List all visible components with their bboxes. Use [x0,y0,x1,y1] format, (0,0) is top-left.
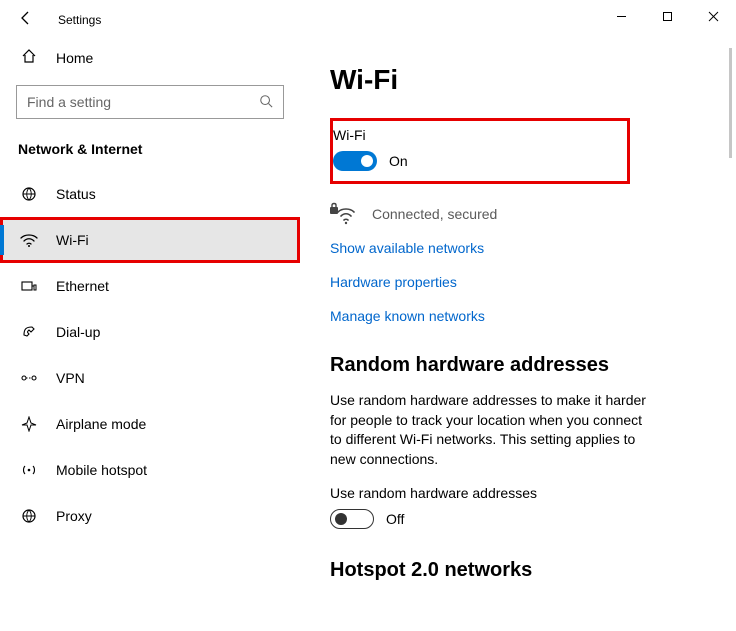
sidebar-item-status[interactable]: Status [0,171,300,217]
home-icon [20,48,38,67]
main-panel: Wi-Fi Wi-Fi On Connected, secu [300,40,736,631]
close-button[interactable] [690,0,736,32]
wifi-toggle-state: On [389,153,408,169]
random-hw-toggle-label: Use random hardware addresses [330,485,720,501]
wifi-connection-status: Connected, secured [330,202,720,226]
sidebar-item-dialup[interactable]: Dial-up [0,309,300,355]
search-icon [259,94,273,111]
wifi-toggle[interactable] [333,151,377,171]
sidebar-item-label: Wi-Fi [56,232,89,248]
sidebar-item-label: Status [56,186,96,202]
random-hw-toggle[interactable] [330,509,374,529]
sidebar-item-label: Ethernet [56,278,109,294]
window-title: Settings [58,13,101,27]
link-show-available[interactable]: Show available networks [330,240,720,256]
scrollbar[interactable] [729,48,732,158]
random-hw-description: Use random hardware addresses to make it… [330,391,650,469]
sidebar-item-wifi[interactable]: Wi-Fi [0,217,300,263]
dialup-icon [20,324,38,340]
status-icon [20,186,38,202]
page-title: Wi-Fi [330,64,720,96]
vpn-icon [20,372,38,384]
connection-status-text: Connected, secured [372,206,497,222]
sidebar-home[interactable]: Home [0,40,300,75]
sidebar-item-proxy[interactable]: Proxy [0,493,300,539]
wifi-secured-icon [330,202,358,226]
search-input[interactable]: Find a setting [16,85,284,119]
wifi-icon [20,232,38,248]
random-hw-toggle-state: Off [386,511,404,527]
sidebar-item-label: Proxy [56,508,92,524]
wifi-toggle-block: Wi-Fi On [330,118,630,184]
sidebar-item-ethernet[interactable]: Ethernet [0,263,300,309]
sidebar-item-hotspot[interactable]: Mobile hotspot [0,447,300,493]
back-button[interactable] [18,10,42,31]
link-manage-known[interactable]: Manage known networks [330,308,720,324]
titlebar: Settings [0,0,736,40]
airplane-icon [20,416,38,432]
link-hardware-properties[interactable]: Hardware properties [330,274,720,290]
sidebar-item-label: Dial-up [56,324,100,340]
minimize-button[interactable] [598,0,644,32]
sidebar-item-label: VPN [56,370,85,386]
sidebar-item-vpn[interactable]: VPN [0,355,300,401]
wifi-toggle-label: Wi-Fi [333,127,617,143]
maximize-button[interactable] [644,0,690,32]
sidebar-section-header: Network & Internet [0,133,300,171]
hotspot-heading: Hotspot 2.0 networks [330,559,720,582]
random-hw-heading: Random hardware addresses [330,354,720,377]
hotspot-icon [20,463,38,477]
sidebar: Home Find a setting Network & Internet S… [0,40,300,631]
proxy-icon [20,508,38,524]
sidebar-item-label: Mobile hotspot [56,462,147,478]
sidebar-item-label: Airplane mode [56,416,146,432]
sidebar-item-airplane[interactable]: Airplane mode [0,401,300,447]
search-placeholder: Find a setting [27,94,111,110]
sidebar-home-label: Home [56,50,93,66]
ethernet-icon [20,279,38,293]
